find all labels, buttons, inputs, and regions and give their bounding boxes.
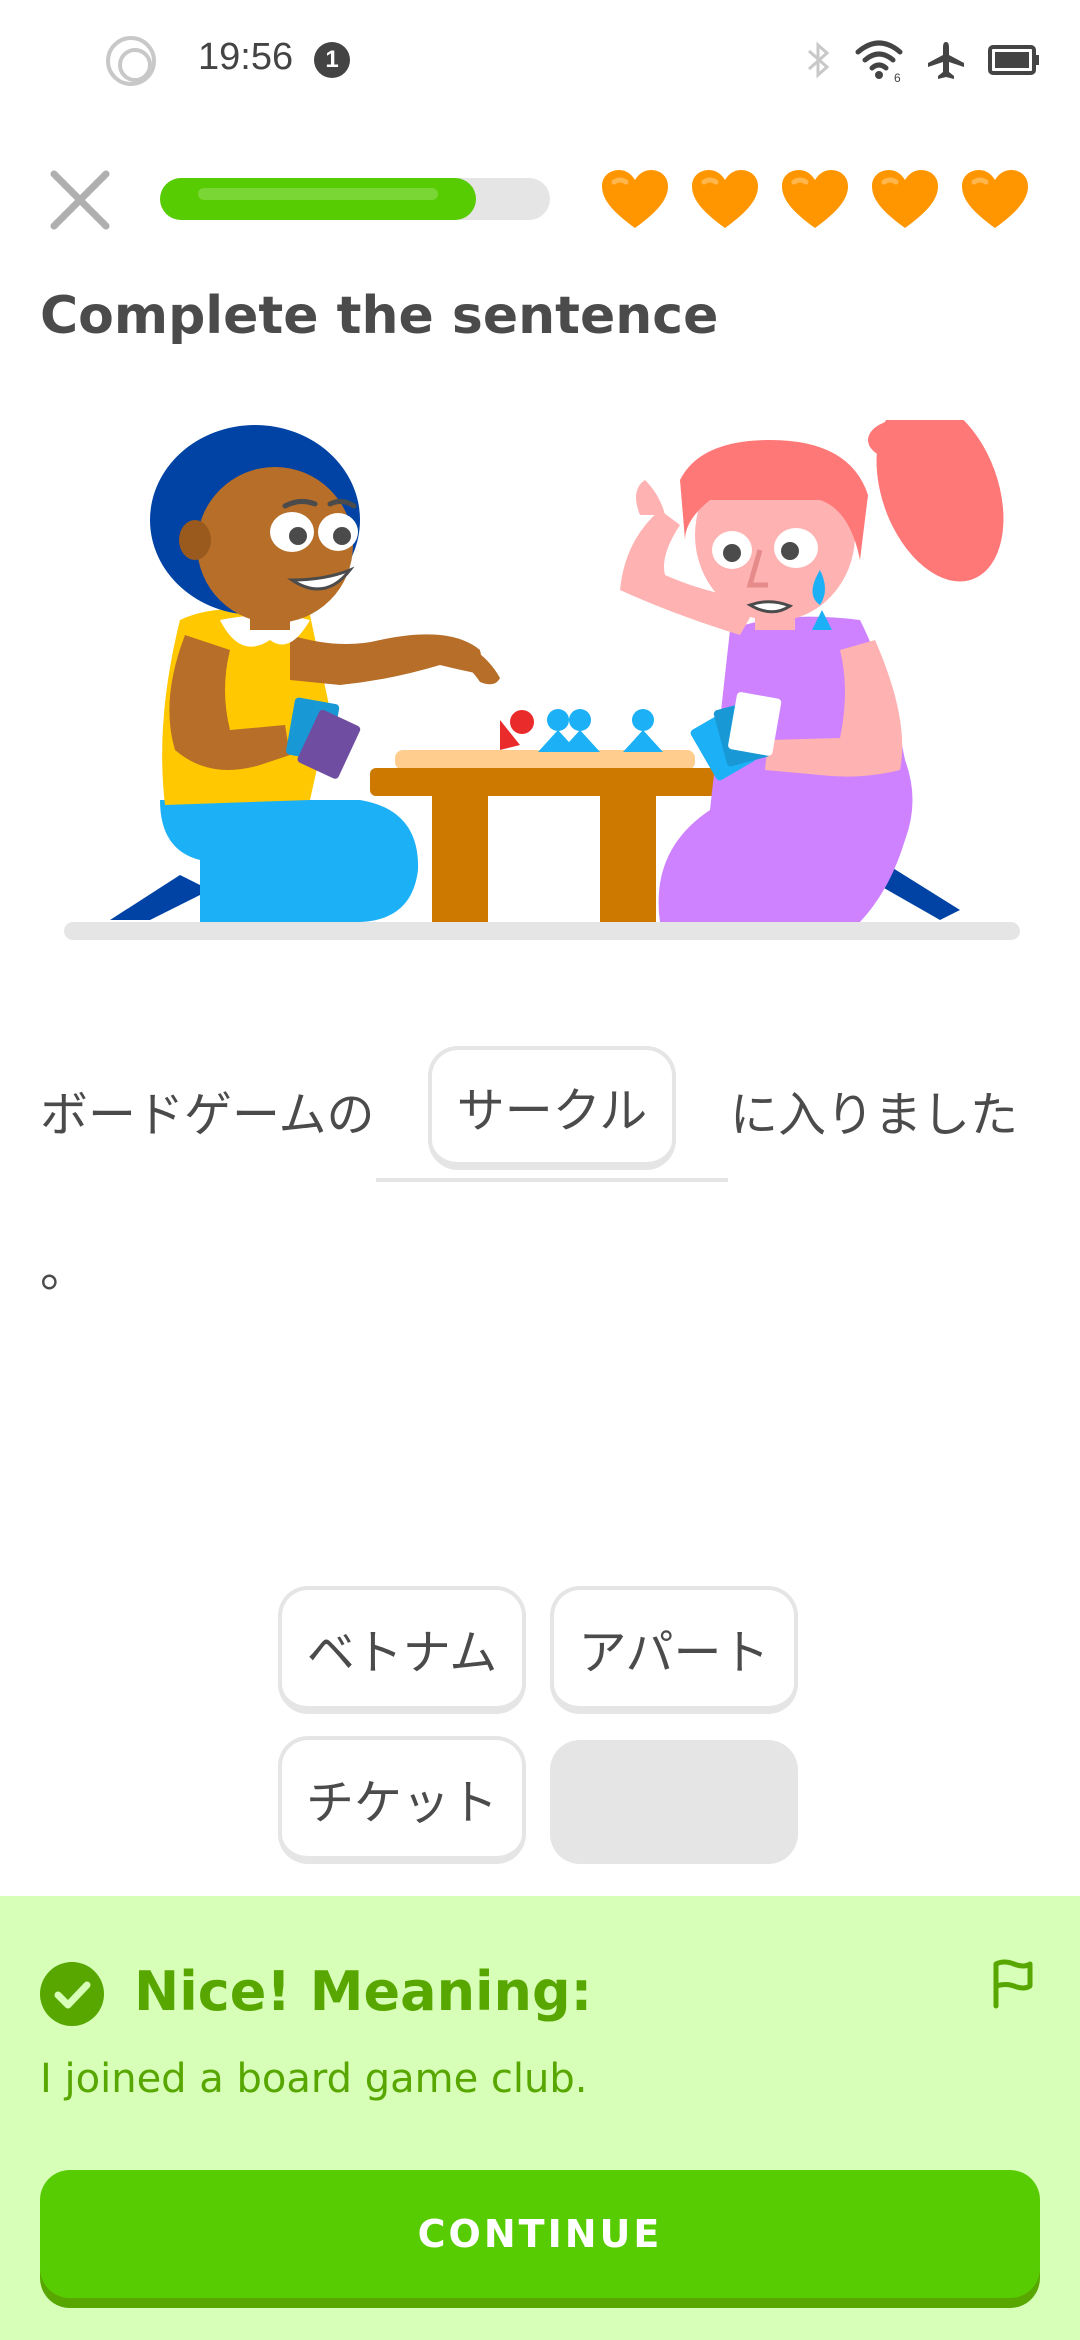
airplane-mode-icon (928, 42, 964, 79)
selected-answer-chip[interactable]: サークル (428, 1046, 676, 1170)
close-icon (50, 170, 110, 230)
heart-icon (872, 170, 938, 228)
svg-text:6: 6 (894, 71, 901, 82)
board-game-illustration (64, 420, 1020, 940)
word-option-apartment[interactable]: アパート (550, 1586, 798, 1714)
close-button[interactable] (44, 164, 116, 236)
feedback-title: Nice! Meaning: (134, 1960, 593, 2023)
check-circle-icon (40, 1962, 104, 2026)
wifi-icon: 6 (855, 40, 903, 82)
exercise-instruction: Complete the sentence (40, 286, 719, 346)
battery-icon (988, 45, 1039, 75)
heart-icon (602, 170, 668, 228)
translation-text: I joined a board game club. (40, 2056, 588, 2102)
sentence-period: 。 (40, 1242, 89, 1298)
notification-count-badge: 1 (314, 42, 350, 78)
progress-shine (198, 188, 438, 200)
heart-icon (782, 170, 848, 228)
lesson-progress-bar (160, 178, 550, 220)
word-option-ticket[interactable]: チケット (278, 1736, 526, 1864)
word-option-used-placeholder (550, 1740, 798, 1864)
sentence-suffix: に入りました (730, 1087, 1019, 1143)
flag-icon (993, 1959, 1033, 2009)
hearts-display (600, 168, 1030, 230)
answer-blank-underline (376, 1178, 728, 1182)
status-bar: 19:56 1 6 (0, 0, 1080, 120)
sentence-prefix: ボードゲームの (40, 1087, 375, 1143)
bluetooth-icon (808, 41, 830, 79)
report-button[interactable] (984, 1956, 1040, 2012)
status-ring-icon (106, 36, 156, 86)
continue-button[interactable]: CONTINUE (40, 2170, 1040, 2298)
word-option-vietnam[interactable]: ベトナム (278, 1586, 526, 1714)
status-icons: 6 (806, 36, 1040, 84)
heart-icon (962, 170, 1028, 228)
heart-icon (692, 170, 758, 228)
status-time: 19:56 (198, 36, 294, 78)
